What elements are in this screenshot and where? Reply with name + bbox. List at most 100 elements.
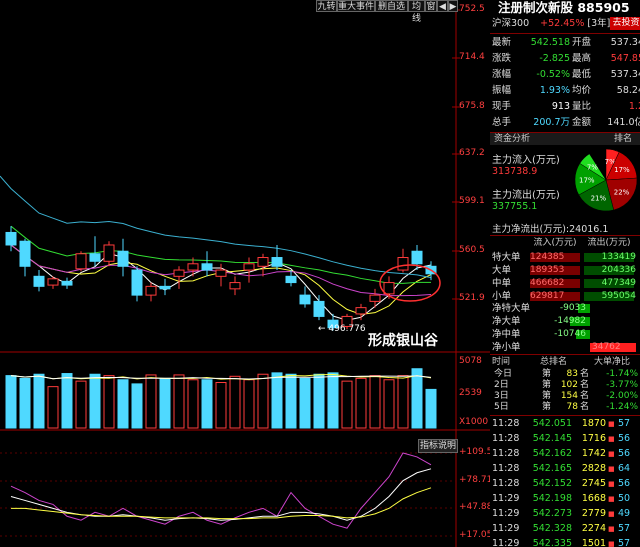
candle-body <box>5 231 17 246</box>
sub-index-period: [3年] <box>587 18 611 29</box>
tick-price: 542.165 <box>532 463 572 474</box>
volume-bar <box>271 372 283 429</box>
volume-bar <box>327 372 339 429</box>
quote-row: 涨跌 -2.825最高 547.85 <box>490 52 640 66</box>
toolbar-item[interactable]: ▶ <box>448 0 458 12</box>
tick-price: 542.328 <box>532 523 572 534</box>
indicator-tick-label: +78.71 <box>459 475 493 485</box>
quote-label: 均价 <box>572 85 592 96</box>
quote-label: 量比 <box>572 101 592 112</box>
candle-body <box>33 275 45 287</box>
toolbar-item[interactable]: ◀ <box>437 0 448 12</box>
tick-time: 11:28 <box>492 463 520 474</box>
toolbar-item[interactable]: 重大事件 <box>337 0 375 12</box>
rank-suffix: 名 <box>580 369 590 379</box>
tick-volume: 2828 <box>581 463 606 474</box>
tick-direction-icon: ■ <box>608 420 615 428</box>
indicator-tick-label: +17.05 <box>459 530 493 540</box>
quote-label: 金额 <box>572 117 592 128</box>
rank-period: 今日 <box>494 369 513 379</box>
volume-bar <box>285 373 297 429</box>
tick-price: 542.152 <box>532 478 572 489</box>
price-tick-label: 714.4 <box>459 52 485 62</box>
pie-label: 22% <box>614 188 630 196</box>
pie-label: 17% <box>614 166 630 174</box>
volume-bar <box>201 379 213 429</box>
tick-price: 542.335 <box>532 538 572 547</box>
rank-value: 78 <box>566 402 578 412</box>
volume-bar <box>313 373 325 429</box>
volume-bar <box>33 373 45 429</box>
candle-body <box>145 285 157 296</box>
volume-bar <box>131 383 143 429</box>
volume-tick-label: 5078 <box>459 356 482 366</box>
rank-suffix: 名 <box>580 391 590 401</box>
rank-prefix: 第 <box>542 380 552 390</box>
flow-out-value: 204336 <box>601 265 636 275</box>
toolbar-item[interactable]: 均线 <box>408 0 425 24</box>
candle-body <box>215 269 227 277</box>
tick-direction-icon: ■ <box>608 465 615 473</box>
volume-bar <box>355 377 367 429</box>
candle-body <box>103 244 115 262</box>
volume-bar <box>19 377 31 429</box>
sub-index-change: +52.45% <box>540 18 585 29</box>
main-net-outflow: 主力净流出(万元):24016.1 <box>492 224 609 235</box>
rank-suffix: 名 <box>580 402 590 412</box>
net-label: 净小单 <box>492 342 521 353</box>
quote-value: 537.34 <box>610 37 640 48</box>
volume-bar <box>5 375 17 429</box>
quote-row: 振幅 1.93%均价 58.24 <box>490 84 640 98</box>
quote-value: 913 <box>551 101 570 112</box>
tick-time: 11:28 <box>492 448 520 459</box>
quote-value: 1.2 <box>628 101 640 112</box>
tick-time: 11:29 <box>492 538 520 547</box>
tick-volume: 1716 <box>581 433 606 444</box>
tick-time: 11:29 <box>492 493 520 504</box>
tick-count: 50 <box>618 493 631 504</box>
main-inflow-value: 313738.9 <box>492 166 538 177</box>
candle-body <box>47 278 59 286</box>
tick-count: 57 <box>618 523 631 534</box>
quote-value: 542.518 <box>530 37 570 48</box>
flow-in-value: 189353 <box>530 265 565 275</box>
toolbar-item[interactable]: 删自选 <box>375 0 408 12</box>
fund-rank-button[interactable]: 排名 <box>614 133 632 145</box>
quote-value: 58.24 <box>616 85 640 96</box>
price-tick-label: 637.2 <box>459 148 485 158</box>
candle-body <box>61 280 73 286</box>
invest-button[interactable]: 去投资 <box>610 17 640 30</box>
toolbar-item[interactable]: 窗 <box>425 0 437 12</box>
rank-prefix: 第 <box>542 369 552 379</box>
candle-body <box>159 285 171 290</box>
tick-volume: 1870 <box>581 418 606 429</box>
indicator-line <box>10 468 432 521</box>
candle-body <box>313 300 325 317</box>
volume-bar <box>173 374 185 429</box>
chart-area[interactable] <box>0 0 490 547</box>
volume-bar <box>215 382 227 429</box>
volume-bar <box>75 380 87 429</box>
net-label: 净特大单 <box>492 303 531 314</box>
indicator-help-button[interactable]: 指标说明 <box>418 439 458 453</box>
volume-bar <box>243 379 255 429</box>
candle-body <box>89 253 101 262</box>
candle-body <box>285 275 297 284</box>
toolbar-item[interactable]: 九转 <box>316 0 337 12</box>
quote-label: 涨幅 <box>492 69 512 80</box>
tick-count: 64 <box>618 463 631 474</box>
sub-index-row: 沪深300 +52.45% [3年] <box>492 17 610 31</box>
volume-bar <box>145 374 157 429</box>
candle-body <box>411 250 423 265</box>
tick-time: 11:29 <box>492 523 520 534</box>
flow-label: 大单 <box>492 265 512 276</box>
main-outflow-value: 337755.1 <box>492 201 538 212</box>
rank-header: 时间 <box>492 357 511 367</box>
tick-count: 57 <box>618 418 631 429</box>
rank-period: 2日 <box>494 380 509 390</box>
quote-row: 涨幅 -0.52%最低 537.34 <box>490 68 640 82</box>
price-tick-label: 599.1 <box>459 196 485 206</box>
volume-bar <box>411 368 423 429</box>
quote-label: 开盘 <box>572 37 592 48</box>
flow-out-value: 595054 <box>601 291 636 301</box>
